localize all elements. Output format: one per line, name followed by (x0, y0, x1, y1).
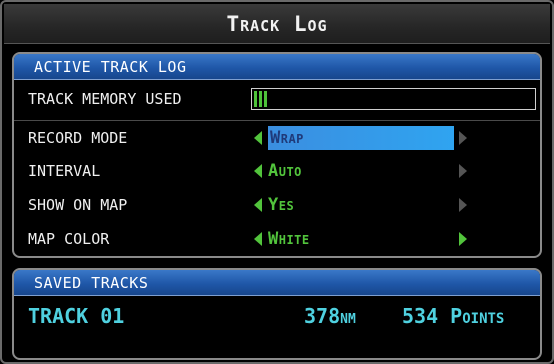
triangle-left-icon[interactable] (254, 131, 262, 145)
triangle-right-icon[interactable] (459, 164, 467, 178)
track-name: TRACK 01 (28, 304, 125, 328)
active-track-log-panel: ACTIVE TRACK LOG TRACK MEMORY USED RECOR… (12, 52, 542, 258)
interval-label: INTERVAL (28, 162, 101, 180)
record-mode-row[interactable]: RECORD MODE Wrap (14, 120, 540, 154)
saved-panel-header: SAVED TRACKS (14, 270, 540, 296)
window-title: Track Log (226, 11, 328, 36)
triangle-right-icon[interactable] (459, 232, 467, 246)
triangle-right-icon[interactable] (459, 198, 467, 212)
show-on-map-label: SHOW ON MAP (28, 196, 128, 214)
map-color-label: MAP COLOR (28, 230, 110, 248)
saved-track-row[interactable]: TRACK 01 378NM 534 Points (14, 300, 540, 336)
track-memory-row: TRACK MEMORY USED (14, 82, 540, 116)
show-on-map-row[interactable]: SHOW ON MAP Yes (14, 188, 540, 222)
record-mode-label: RECORD MODE (28, 128, 128, 147)
active-panel-title: ACTIVE TRACK LOG (34, 57, 187, 76)
saved-tracks-panel: SAVED TRACKS TRACK 01 378NM 534 Points (12, 268, 542, 360)
record-mode-value[interactable]: Wrap (268, 126, 454, 150)
map-color-value[interactable]: White (268, 226, 310, 252)
track-memory-fill (254, 91, 268, 107)
triangle-left-icon[interactable] (254, 232, 262, 246)
triangle-left-icon[interactable] (254, 164, 262, 178)
track-distance: 378NM (304, 304, 356, 328)
map-color-row[interactable]: MAP COLOR White (14, 222, 540, 256)
track-distance-value: 378 (304, 304, 341, 328)
saved-panel-title: SAVED TRACKS (34, 273, 149, 292)
track-memory-bar (251, 88, 536, 110)
track-points: 534 Points (402, 304, 505, 328)
triangle-left-icon[interactable] (254, 198, 262, 212)
triangle-right-icon[interactable] (459, 131, 467, 145)
interval-value[interactable]: Auto (268, 158, 302, 184)
active-panel-header: ACTIVE TRACK LOG (14, 54, 540, 80)
track-memory-label: TRACK MEMORY USED (28, 90, 182, 108)
track-log-window: Track Log ACTIVE TRACK LOG TRACK MEMORY … (0, 0, 554, 364)
interval-row[interactable]: INTERVAL Auto (14, 154, 540, 188)
show-on-map-value[interactable]: Yes (268, 192, 294, 218)
title-bar: Track Log (4, 4, 550, 44)
track-distance-unit: NM (340, 312, 356, 327)
